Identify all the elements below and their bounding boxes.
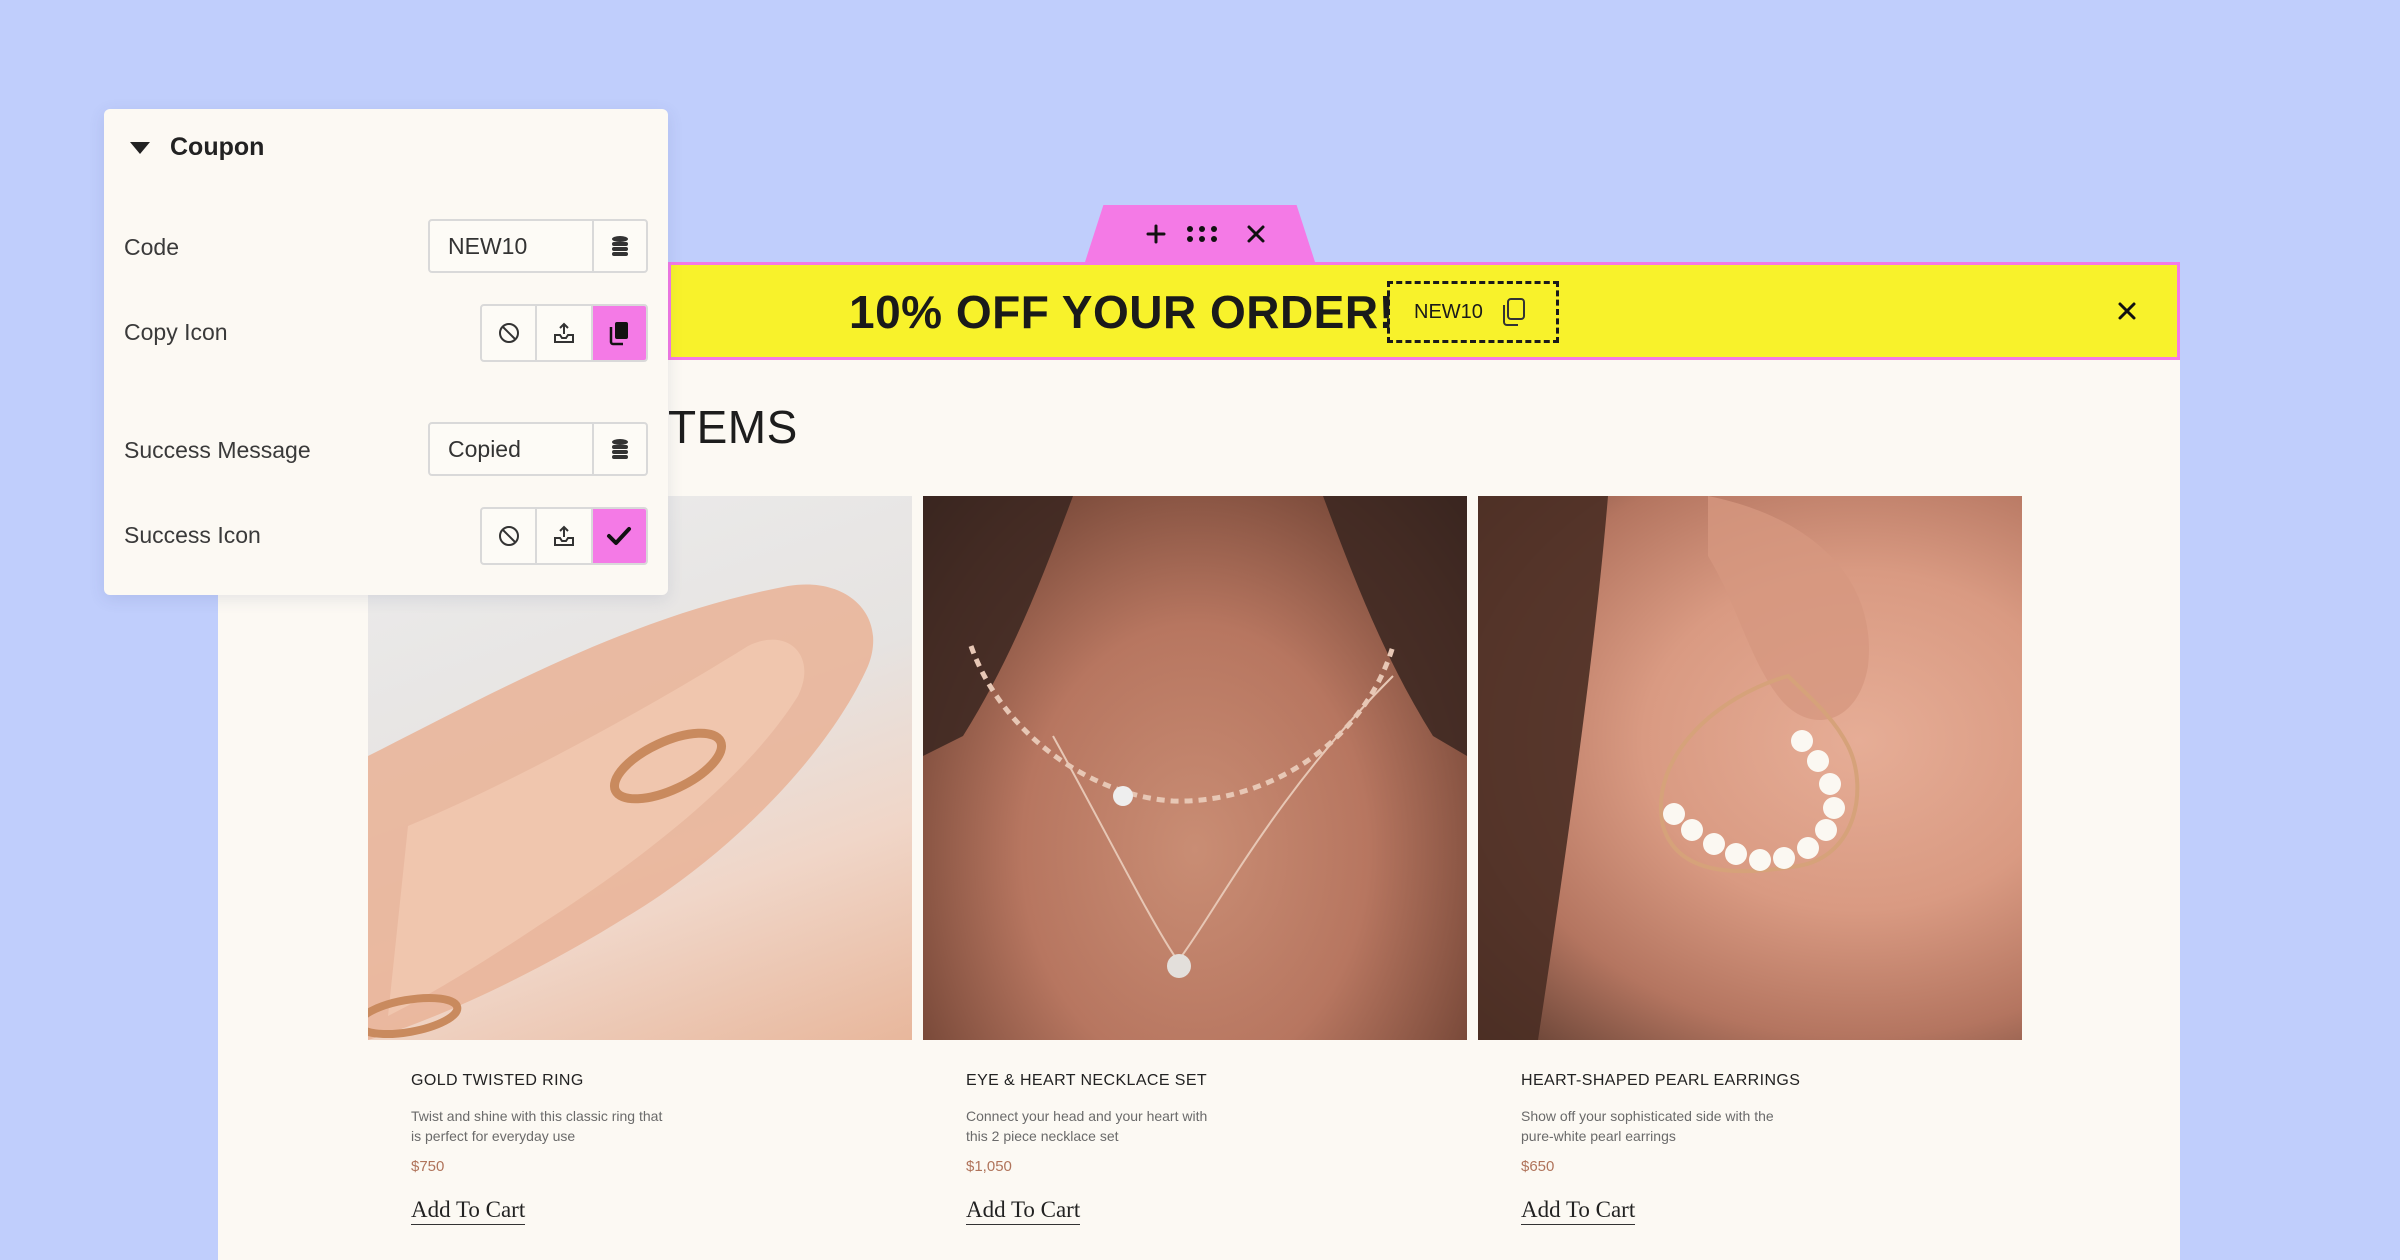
product-price: $650 <box>1521 1158 1555 1175</box>
panel-title: Coupon <box>170 133 265 161</box>
add-to-cart-link[interactable]: Add To Cart <box>966 1197 1081 1225</box>
add-to-cart-link[interactable]: Add To Cart <box>411 1197 526 1225</box>
none-icon[interactable] <box>482 509 538 563</box>
coupon-settings-panel: Coupon Code NEW10 Copy Icon Success Mess… <box>104 109 668 595</box>
code-row: Code NEW10 <box>124 219 648 275</box>
add-to-cart-link[interactable]: Add To Cart <box>1521 1197 1636 1225</box>
success-icon-label: Success Icon <box>124 521 261 548</box>
product-description: Twist and shine with this classic ring t… <box>411 1108 663 1144</box>
check-icon[interactable] <box>592 509 646 563</box>
product-name: HEART-SHAPED PEARL EARRINGS <box>1521 1072 1801 1089</box>
bar-close-icon[interactable] <box>2113 297 2141 325</box>
success-message-label: Success Message <box>124 436 311 463</box>
product-card: HEART-SHAPED PEARL EARRINGS Show off you… <box>1478 496 2022 1225</box>
success-icon-chooser[interactable] <box>480 507 648 565</box>
section-heading: TEMS <box>668 401 798 453</box>
product-image-earrings[interactable] <box>1478 496 2022 1040</box>
dynamic-tags-icon[interactable] <box>594 221 646 271</box>
none-icon[interactable] <box>482 306 538 360</box>
code-input[interactable]: NEW10 <box>430 221 594 271</box>
upload-icon[interactable] <box>537 509 593 563</box>
announcement-bar: 10% OFF YOUR ORDER! NEW10 <box>668 262 2180 360</box>
copy-icon-label: Copy Icon <box>124 318 228 345</box>
copy-icon[interactable] <box>592 306 646 360</box>
success-icon-row: Success Icon <box>124 507 648 565</box>
code-field[interactable]: NEW10 <box>428 219 648 273</box>
dynamic-tags-icon[interactable] <box>594 424 646 474</box>
product-card: GOLD TWISTED RING Twist and shine with t… <box>368 496 912 1225</box>
product-price: $750 <box>411 1158 445 1175</box>
product-name: GOLD TWISTED RING <box>411 1072 584 1089</box>
copy-icon <box>1499 297 1527 327</box>
product-image-necklace[interactable] <box>923 496 1467 1040</box>
add-icon[interactable] <box>1143 221 1169 247</box>
success-message-row: Success Message Copied <box>124 422 648 478</box>
widget-handle[interactable] <box>1085 205 1315 262</box>
product-name: EYE & HEART NECKLACE SET <box>966 1072 1208 1089</box>
copy-icon-chooser[interactable] <box>480 304 648 362</box>
coupon-code: NEW10 <box>1414 300 1483 323</box>
product-card: EYE & HEART NECKLACE SET Connect your he… <box>923 496 1467 1225</box>
success-message-input[interactable]: Copied <box>430 424 594 474</box>
coupon-section-toggle[interactable]: Coupon <box>130 133 264 162</box>
product-price: $1,050 <box>966 1158 1012 1175</box>
caret-down-icon <box>130 141 150 154</box>
coupon-copy-button[interactable]: NEW10 <box>1387 281 1559 343</box>
drag-handle-icon[interactable] <box>1185 221 1219 247</box>
product-description: Show off your sophisticated side with th… <box>1521 1108 1774 1144</box>
copy-icon-row: Copy Icon <box>124 304 648 362</box>
product-description: Connect your head and your heart with th… <box>966 1108 1208 1144</box>
upload-icon[interactable] <box>537 306 593 360</box>
success-message-field[interactable]: Copied <box>428 422 648 476</box>
close-icon[interactable] <box>1243 221 1269 247</box>
code-label: Code <box>124 233 179 260</box>
announcement-text: 10% OFF YOUR ORDER! <box>849 286 1395 338</box>
